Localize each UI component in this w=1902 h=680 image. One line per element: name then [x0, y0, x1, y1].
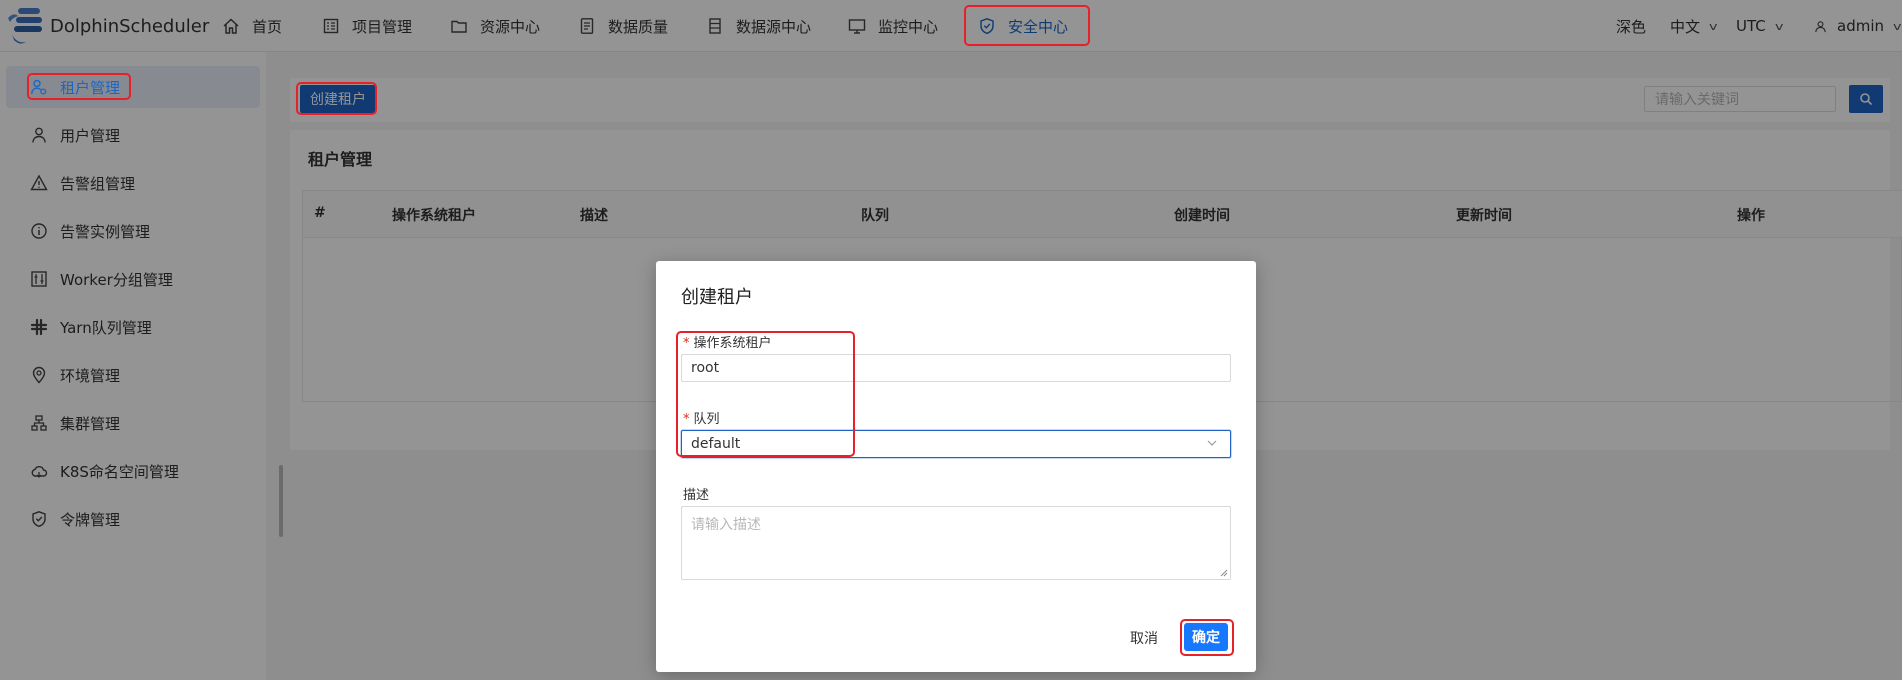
queue-field-label: * 队列 [683, 408, 720, 427]
create-tenant-dialog [656, 261, 1256, 672]
cancel-button[interactable]: 取消 [1130, 628, 1158, 648]
dialog-title: 创建租户 [681, 287, 753, 308]
required-mark: * [683, 412, 690, 427]
required-mark: * [683, 336, 690, 351]
tenant-icon [31, 79, 47, 95]
confirm-button[interactable]: 确定 [1184, 623, 1228, 651]
chevron-down-icon [1207, 440, 1217, 446]
description-placeholder: 请输入描述 [691, 517, 761, 533]
queue-select[interactable]: default [681, 430, 1231, 458]
tenant-label-text: 操作系统租户 [693, 336, 772, 351]
queue-select-value: default [691, 436, 741, 452]
resize-handle-icon[interactable] [1220, 569, 1228, 577]
description-field-label: 描述 [683, 488, 710, 503]
tenant-field-label: * 操作系统租户 [683, 332, 772, 351]
tenant-input-value: root [691, 360, 720, 376]
description-textarea[interactable]: 请输入描述 [681, 506, 1231, 580]
sidebar-item-label: 租户管理 [60, 78, 121, 97]
tenant-input[interactable]: root [681, 354, 1231, 382]
queue-label-text: 队列 [693, 412, 720, 427]
